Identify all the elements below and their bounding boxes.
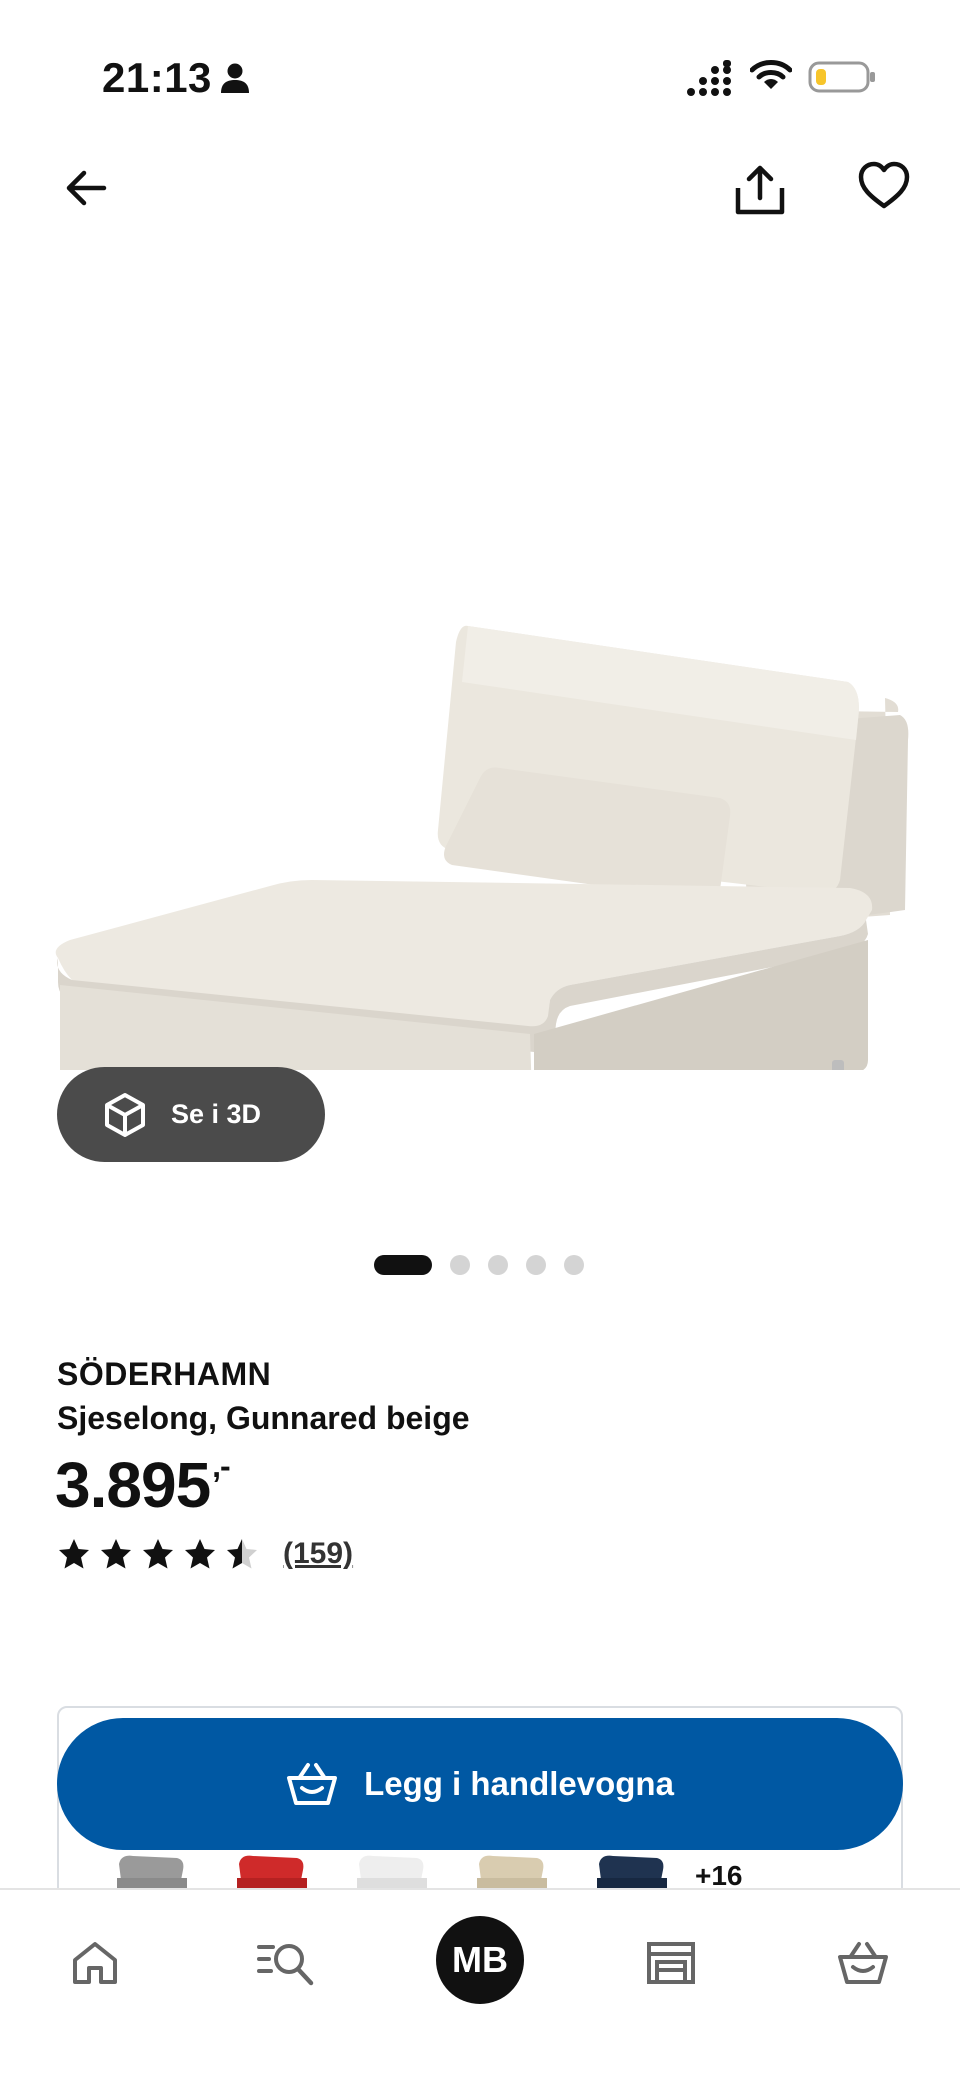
cube-3d-icon bbox=[105, 1092, 145, 1137]
wifi-icon bbox=[750, 60, 792, 89]
star-full-icon bbox=[185, 1539, 215, 1569]
share-button[interactable] bbox=[728, 158, 792, 222]
carousel-dot-active[interactable] bbox=[374, 1255, 432, 1275]
product-rating[interactable]: (159) bbox=[57, 1536, 353, 1572]
back-arrow-icon bbox=[66, 170, 107, 206]
star-half-icon bbox=[227, 1539, 257, 1569]
star-full-icon bbox=[101, 1539, 131, 1569]
top-navigation bbox=[0, 150, 960, 230]
share-icon bbox=[735, 165, 785, 215]
heart-icon bbox=[858, 161, 910, 209]
view-3d-button[interactable]: Se i 3D bbox=[57, 1067, 325, 1162]
star-full-icon bbox=[59, 1539, 89, 1569]
favorite-button[interactable] bbox=[856, 158, 912, 214]
add-to-cart-label: Legg i handlevogna bbox=[364, 1765, 674, 1802]
view-3d-label: Se i 3D bbox=[171, 1099, 262, 1129]
cellular-signal-icon bbox=[687, 60, 731, 96]
nav-cart[interactable] bbox=[828, 1928, 898, 1998]
product-subtitle: Sjeselong, Gunnared beige bbox=[57, 1400, 470, 1436]
person-icon bbox=[221, 63, 249, 93]
back-button[interactable] bbox=[58, 160, 114, 216]
status-bar: 21:13 bbox=[0, 0, 960, 150]
bottom-navigation: MB bbox=[0, 1888, 960, 2087]
status-time: 21:13 bbox=[102, 54, 212, 101]
home-icon bbox=[73, 1942, 117, 1984]
search-catalog-icon bbox=[257, 1944, 314, 1986]
review-count-link[interactable]: (159) bbox=[283, 1537, 353, 1571]
cart-icon bbox=[838, 1942, 888, 1984]
price-value: 3.895 bbox=[55, 1449, 211, 1521]
shopping-basket-icon bbox=[287, 1763, 338, 1805]
profile-avatar[interactable]: MB bbox=[436, 1916, 524, 2004]
product-hero: Se i 3D bbox=[0, 230, 960, 1280]
carousel-indicator bbox=[374, 1255, 584, 1275]
star-full-icon bbox=[143, 1539, 173, 1569]
carousel-dot[interactable] bbox=[526, 1255, 546, 1275]
carousel-dot[interactable] bbox=[450, 1255, 470, 1275]
product-price: 3.895,- bbox=[55, 1448, 231, 1522]
add-to-cart-button[interactable]: Legg i handlevogna bbox=[57, 1718, 903, 1850]
store-icon bbox=[647, 1942, 695, 1984]
carousel-dot[interactable] bbox=[564, 1255, 584, 1275]
carousel-dot[interactable] bbox=[488, 1255, 508, 1275]
nav-home[interactable] bbox=[60, 1928, 130, 1998]
product-image[interactable] bbox=[50, 420, 910, 1070]
battery-low-icon bbox=[808, 61, 875, 93]
product-brand: SÖDERHAMN bbox=[57, 1356, 272, 1392]
nav-search[interactable] bbox=[252, 1928, 322, 1998]
price-suffix: ,- bbox=[212, 1448, 231, 1484]
nav-store[interactable] bbox=[636, 1928, 706, 1998]
